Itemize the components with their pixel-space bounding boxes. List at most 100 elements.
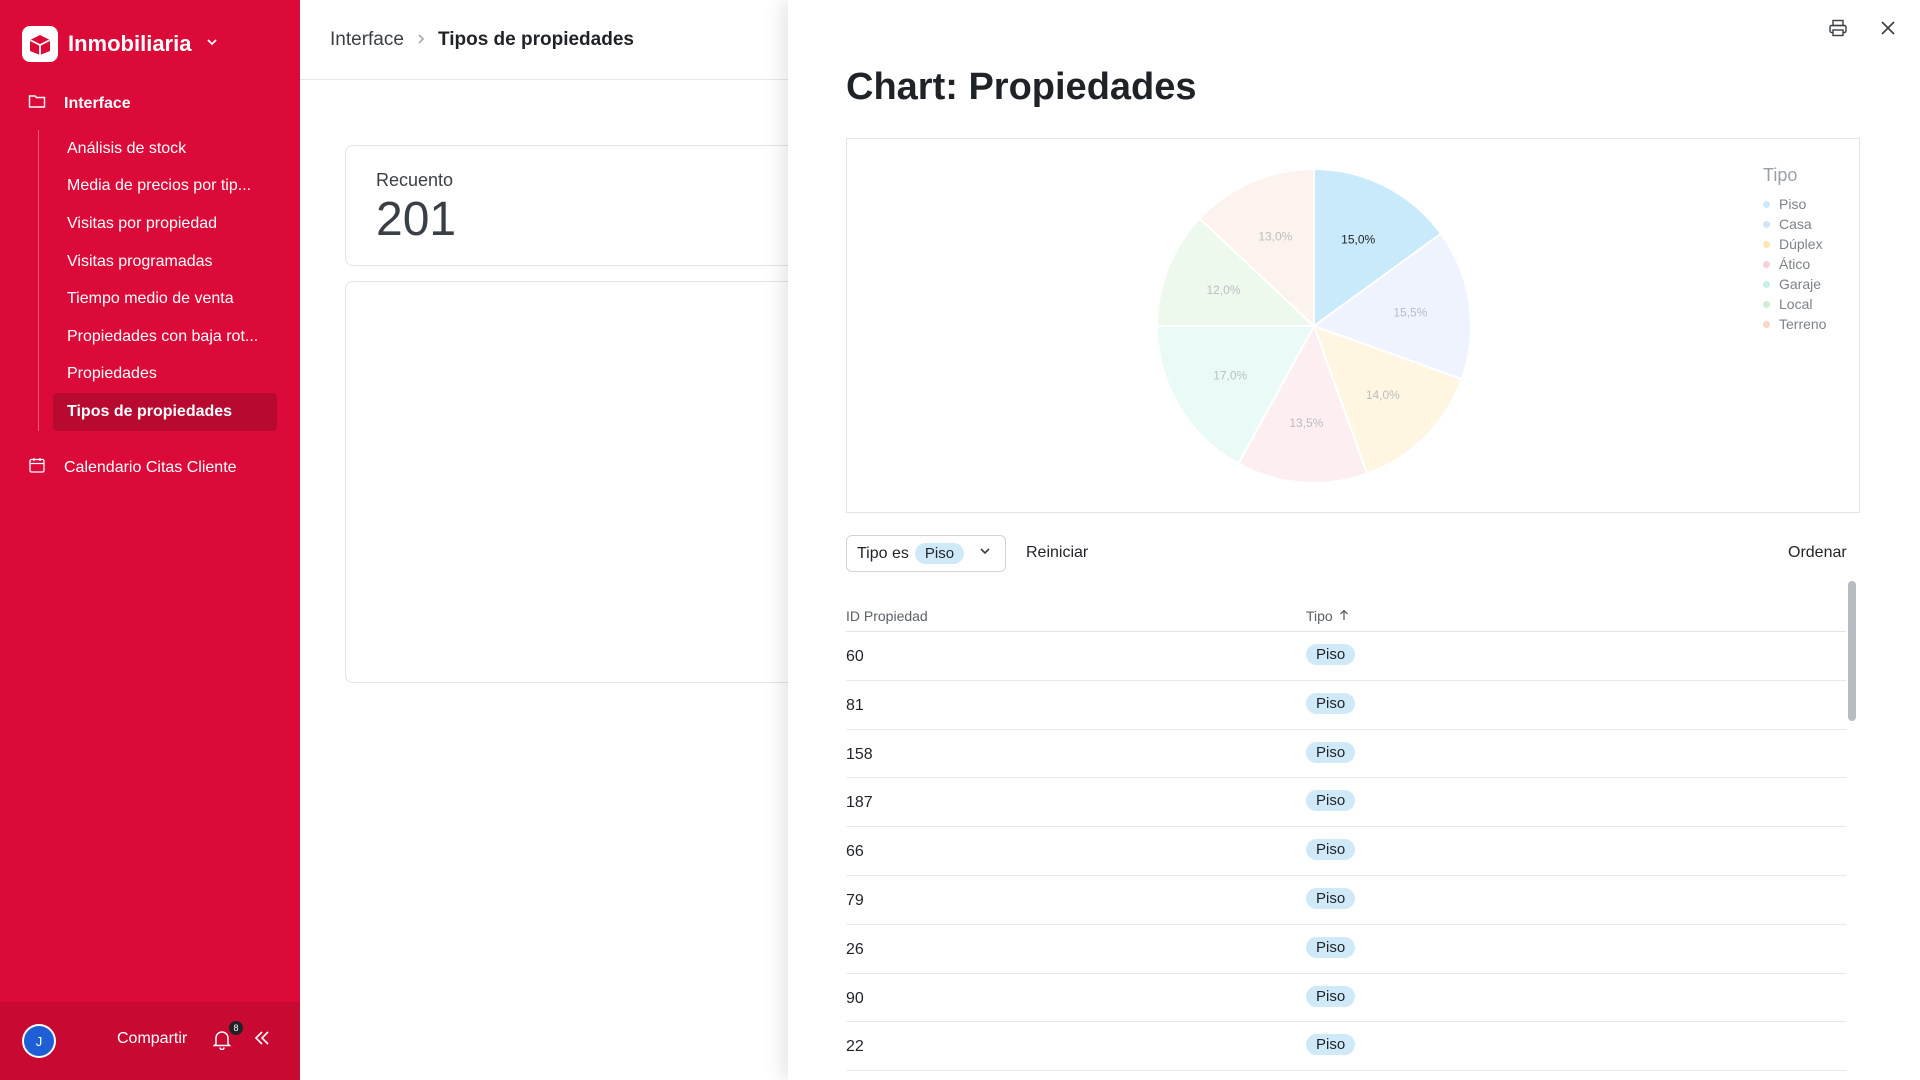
pie-data-label: 13,5% bbox=[1289, 416, 1323, 430]
bell-icon[interactable] bbox=[212, 1028, 232, 1055]
metric-card: Recuento 201 bbox=[345, 145, 845, 266]
calendar-icon bbox=[28, 456, 46, 479]
table-row[interactable]: 158 Piso bbox=[846, 730, 1846, 779]
legend-label: Garaje bbox=[1779, 276, 1822, 292]
legend-swatch bbox=[1763, 220, 1770, 228]
legend-item[interactable]: Dúplex bbox=[1763, 234, 1826, 254]
pie-data-label: 17,0% bbox=[1213, 369, 1247, 383]
sidebar-item-baja-rotacion[interactable]: Propiedades con baja rot... bbox=[39, 318, 278, 356]
column-header-tipo[interactable]: Tipo bbox=[1306, 608, 1349, 624]
legend-label: Terreno bbox=[1779, 316, 1827, 332]
legend-swatch bbox=[1763, 280, 1770, 288]
legend-label: Local bbox=[1779, 296, 1813, 312]
filter-dropdown[interactable]: Tipo es Piso bbox=[846, 535, 1006, 572]
legend-item[interactable]: Piso bbox=[1763, 194, 1826, 214]
sidebar-footer: J Compartir 8 bbox=[0, 1002, 300, 1080]
legend-swatch bbox=[1763, 200, 1770, 208]
pie-data-label: 13,0% bbox=[1258, 230, 1292, 244]
app-logo-icon bbox=[22, 26, 58, 62]
legend-swatch bbox=[1763, 320, 1770, 328]
legend-label: Ático bbox=[1779, 256, 1811, 272]
pie-chart: 15,0% 15,5% 14,0% 13,5% 17,0% 12,0% 13,0% Tipo… bbox=[846, 138, 1860, 513]
breadcrumb-root[interactable]: Interface bbox=[330, 29, 404, 51]
column-header-id[interactable]: ID Propiedad bbox=[846, 608, 928, 624]
chart-detail-drawer: Chart: Propiedades 15,0% 15,5% 14,0% 13,5% 1… bbox=[788, 0, 1920, 1080]
table-row[interactable]: 66 Piso bbox=[846, 827, 1846, 876]
sidebar-item-calendario[interactable]: Calendario Citas Cliente bbox=[28, 456, 237, 479]
legend-item[interactable]: Terreno bbox=[1763, 314, 1826, 334]
arrow-up-icon bbox=[1339, 608, 1349, 624]
legend-label: Piso bbox=[1779, 196, 1807, 212]
legend-item[interactable]: Ático bbox=[1763, 254, 1826, 274]
table-row[interactable]: 60 Piso bbox=[846, 632, 1846, 681]
cell-id: 158 bbox=[846, 745, 873, 763]
table-row[interactable]: 79 Piso bbox=[846, 876, 1846, 925]
table-row[interactable]: 187 Piso bbox=[846, 778, 1846, 828]
chart-card[interactable] bbox=[345, 281, 845, 683]
sidebar-item-tipos-propiedades[interactable]: Tipos de propiedades bbox=[53, 393, 277, 431]
cell-tipo-chip: Piso bbox=[1306, 644, 1356, 665]
cell-tipo-chip: Piso bbox=[1306, 839, 1356, 861]
cell-tipo-chip: Piso bbox=[1306, 936, 1356, 958]
scrollbar-thumb[interactable] bbox=[1848, 581, 1856, 721]
legend-item[interactable]: Local bbox=[1763, 294, 1826, 314]
legend-swatch bbox=[1763, 260, 1770, 268]
collapse-sidebar-icon[interactable] bbox=[252, 1028, 272, 1053]
chevron-down-icon bbox=[205, 35, 219, 54]
app-switcher[interactable]: Inmobiliaria bbox=[22, 26, 219, 62]
table-row[interactable]: 81 Piso bbox=[846, 681, 1846, 730]
folder-icon bbox=[28, 93, 46, 114]
reset-button[interactable]: Reiniciar bbox=[1026, 544, 1088, 562]
print-icon[interactable] bbox=[1828, 18, 1848, 43]
legend-item[interactable]: Casa bbox=[1763, 214, 1826, 234]
calendar-label: Calendario Citas Cliente bbox=[64, 458, 237, 476]
legend-swatch bbox=[1763, 240, 1770, 248]
filter-field-label: Tipo es bbox=[857, 544, 909, 562]
table-row[interactable]: 26 Piso bbox=[846, 925, 1846, 974]
sidebar-group-interface[interactable]: Interface bbox=[28, 93, 131, 114]
sidebar-item-propiedades[interactable]: Propiedades bbox=[39, 356, 278, 394]
close-icon[interactable] bbox=[1878, 18, 1898, 43]
breadcrumb-current: Tipos de propiedades bbox=[437, 28, 634, 50]
cell-tipo-chip: Piso bbox=[1306, 985, 1356, 1007]
cell-tipo-chip: Piso bbox=[1306, 790, 1356, 812]
share-button[interactable]: Compartir bbox=[117, 1030, 187, 1048]
pie-data-label: 15,0% bbox=[1341, 232, 1375, 246]
cell-tipo-chip: Piso bbox=[1306, 692, 1356, 714]
sidebar-item-visitas-propiedad[interactable]: Visitas por propiedad bbox=[39, 205, 278, 243]
chevron-down-icon bbox=[978, 544, 992, 563]
cell-id: 22 bbox=[846, 1038, 864, 1056]
sort-button[interactable]: Ordenar bbox=[1788, 544, 1847, 562]
table-row[interactable]: 22 Piso bbox=[846, 1022, 1846, 1072]
pie-data-label: 12,0% bbox=[1206, 283, 1240, 297]
notification-badge: 8 bbox=[229, 1021, 243, 1035]
legend-label: Casa bbox=[1779, 216, 1812, 232]
table-row[interactable]: 90 Piso bbox=[846, 974, 1846, 1023]
legend-title: Tipo bbox=[1763, 165, 1798, 185]
pie-data-label: 14,0% bbox=[1366, 388, 1400, 402]
records-table: ID Propiedad Tipo 60 Piso 81 Piso 158 Piso 187… bbox=[846, 600, 1846, 1072]
cell-tipo-chip: Piso bbox=[1306, 887, 1356, 909]
metric-label: Recuento bbox=[376, 170, 454, 190]
legend-item[interactable]: Garaje bbox=[1763, 274, 1826, 294]
drawer-title: Chart: Propiedades bbox=[846, 66, 1197, 108]
metric-value: 201 bbox=[376, 193, 457, 246]
sidebar-item-visitas-programadas[interactable]: Visitas programadas bbox=[39, 243, 278, 281]
column-header-tipo-label: Tipo bbox=[1306, 608, 1333, 624]
avatar[interactable]: J bbox=[22, 1024, 56, 1058]
app-name: Inmobiliaria bbox=[68, 31, 192, 56]
cell-id: 187 bbox=[846, 794, 873, 812]
sidebar: Inmobiliaria Interface Análisis de stock… bbox=[0, 0, 300, 1080]
chart-legend: Tipo Piso Casa Dúplex Ático Garaje Local Terre… bbox=[1763, 165, 1826, 334]
pie-chart-svg: 15,0% 15,5% 14,0% 13,5% 17,0% 12,0% 13,0% bbox=[1155, 167, 1472, 484]
sidebar-item-media-precios[interactable]: Media de precios por tip... bbox=[39, 168, 278, 206]
chevron-right-icon bbox=[416, 29, 426, 51]
pie-data-label: 15,5% bbox=[1393, 305, 1427, 319]
cell-id: 79 bbox=[846, 891, 864, 909]
sidebar-nav: Análisis de stock Media de precios por t… bbox=[38, 130, 278, 431]
sidebar-item-analisis-stock[interactable]: Análisis de stock bbox=[39, 130, 278, 168]
cell-tipo-chip: Piso bbox=[1306, 741, 1356, 763]
sidebar-item-tiempo-venta[interactable]: Tiempo medio de venta bbox=[39, 280, 278, 318]
cell-id: 90 bbox=[846, 989, 864, 1007]
table-header: ID Propiedad Tipo bbox=[846, 600, 1846, 632]
